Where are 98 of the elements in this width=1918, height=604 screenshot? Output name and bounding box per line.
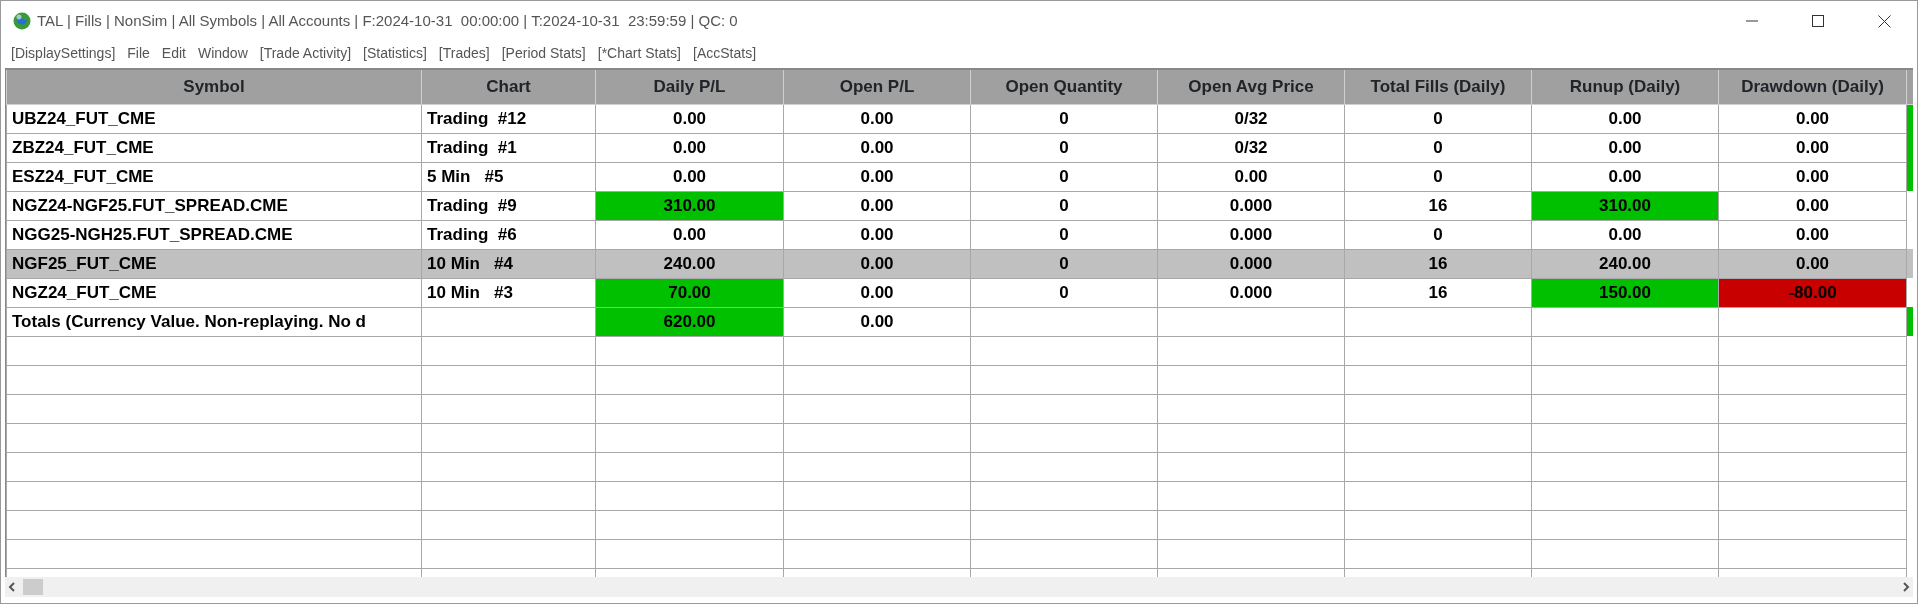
table-row[interactable]: ESZ24_FUT_CME 5 Min #5 0.00 0.00 0 0.00 0 0.00 0.00 [6, 162, 1913, 191]
menu-item[interactable]: [AccStats] [689, 42, 765, 64]
table-cell: 0.00 [1531, 133, 1719, 162]
table-cell: 0 [970, 104, 1158, 133]
globe-icon [13, 12, 31, 30]
table-cell: 0.00 [783, 307, 971, 336]
table-cell: 0/32 [1157, 133, 1345, 162]
menu-item[interactable]: [Period Stats] [497, 42, 594, 64]
table-cell: Trading #6 [421, 220, 596, 249]
table-cell: 0.00 [783, 249, 971, 278]
table-cell: 0.00 [783, 191, 971, 220]
table-cell: NGZ24_FUT_CME [6, 278, 422, 307]
column-header[interactable]: Total Fills (Daily) [1344, 70, 1532, 104]
table-cell: 5 Min #5 [421, 162, 596, 191]
table-cell: 240.00 [595, 249, 784, 278]
menu-item[interactable]: [Statistics] [359, 42, 435, 64]
table-cell: 0 [970, 220, 1158, 249]
table-row[interactable]: NGZ24-NGF25.FUT_SPREAD.CME Trading #9 310.00 0.00 0 0.000 16 310.00 0.00 [6, 191, 1913, 220]
table-cell: 0 [1344, 162, 1532, 191]
table-cell: 0/32 [1157, 104, 1345, 133]
table-cell: 0.00 [783, 133, 971, 162]
table-cell: NGF25_FUT_CME [6, 249, 422, 278]
table-cell: 0 [970, 191, 1158, 220]
menu-item[interactable]: [*Chart Stats] [593, 42, 689, 64]
table-cell: ZBZ24_FUT_CME [6, 133, 422, 162]
table-cell: 0.000 [1157, 220, 1345, 249]
table-cell: NGZ24-NGF25.FUT_SPREAD.CME [6, 191, 422, 220]
column-header[interactable]: Open Avg Price [1157, 70, 1345, 104]
table-cell: 0.00 [595, 104, 784, 133]
table-cell: 0.00 [1718, 133, 1907, 162]
table-cell: UBZ24_FUT_CME [6, 104, 422, 133]
table-cell: Trading #12 [421, 104, 596, 133]
table-cell: 0 [1344, 104, 1532, 133]
menu-item[interactable]: File [123, 42, 158, 64]
table-cell: 70.00 [595, 278, 784, 307]
table-cell: 0.00 [595, 220, 784, 249]
table-cell: 0.00 [783, 162, 971, 191]
column-header[interactable]: Open P/L [783, 70, 971, 104]
table-cell: 0.00 [1531, 104, 1719, 133]
table-cell: 240.00 [1531, 249, 1719, 278]
table-cell: 0.00 [1718, 104, 1907, 133]
table-cell: 0 [1344, 133, 1532, 162]
table-row[interactable]: NGZ24_FUT_CME 10 Min #3 70.00 0.00 0 0.000 16 150.00 -80.00 [6, 278, 1913, 307]
table-cell: 0 [970, 249, 1158, 278]
scrollbar-thumb[interactable] [23, 579, 43, 595]
table-cell: 0.000 [1157, 191, 1345, 220]
table-cell: 0 [970, 133, 1158, 162]
table-cell: 16 [1344, 249, 1532, 278]
table-cell: ESZ24_FUT_CME [6, 162, 422, 191]
table-row[interactable]: ZBZ24_FUT_CME Trading #1 0.00 0.00 0 0/32 0 0.00 0.00 [6, 133, 1913, 162]
column-header[interactable]: Open Quantity [970, 70, 1158, 104]
table-cell: 10 Min #3 [421, 278, 596, 307]
window-title: TAL | Fills | NonSim | All Symbols | All Accounts | F:2024-10-31 00:00:00 | T:2024-10-31 23:59:59 | QC: 0 [37, 10, 738, 31]
table-cell: Trading #1 [421, 133, 596, 162]
table-cell: 0.00 [783, 278, 971, 307]
column-header[interactable]: Runup (Daily) [1531, 70, 1719, 104]
menu-item[interactable]: [DisplaySettings] [7, 42, 124, 64]
table-cell: 620.00 [595, 307, 784, 336]
column-header[interactable]: Symbol [6, 70, 422, 104]
table-cell: 310.00 [595, 191, 784, 220]
totals-label: Totals (Currency Value. Non-replaying. No d [6, 307, 422, 336]
table-cell: 0.000 [1157, 278, 1345, 307]
table-cell: -80.00 [1718, 278, 1907, 307]
table-cell: 0.00 [595, 133, 784, 162]
table-cell: 0 [970, 162, 1158, 191]
table-cell: 16 [1344, 278, 1532, 307]
table-cell: 0.00 [1718, 191, 1907, 220]
table-row[interactable]: UBZ24_FUT_CME Trading #12 0.00 0.00 0 0/32 0 0.00 0.00 [6, 104, 1913, 133]
table-cell: 0.00 [783, 220, 971, 249]
table-cell: 0.00 [1718, 249, 1907, 278]
table-cell: 310.00 [1531, 191, 1719, 220]
table-cell: 0.00 [1157, 162, 1345, 191]
table-cell: 0.00 [1718, 162, 1907, 191]
table-cell: NGG25-NGH25.FUT_SPREAD.CME [6, 220, 422, 249]
table-cell: 10 Min #4 [421, 249, 596, 278]
table-row[interactable]: NGF25_FUT_CME 10 Min #4 240.00 0.00 0 0.000 16 240.00 0.00 [6, 249, 1913, 278]
column-header[interactable]: Daily P/L [595, 70, 784, 104]
menu-item[interactable]: [Trade Activity] [255, 42, 360, 64]
table-cell: 0.000 [1157, 249, 1345, 278]
close-icon [1877, 14, 1891, 28]
column-header[interactable]: Chart [421, 70, 596, 104]
table-cell: 0.00 [1531, 162, 1719, 191]
table-cell: 0.00 [595, 162, 784, 191]
maximize-icon [1812, 15, 1824, 27]
minimize-icon [1746, 20, 1758, 22]
table-cell: 0.00 [1531, 220, 1719, 249]
table-cell: 16 [1344, 191, 1532, 220]
table-row[interactable]: NGG25-NGH25.FUT_SPREAD.CME Trading #6 0.00 0.00 0 0.000 0 0.00 0.00 [6, 220, 1913, 249]
menu-item[interactable]: Window [193, 42, 256, 64]
menu-item[interactable]: Edit [157, 42, 194, 64]
table-cell: 0 [1344, 220, 1532, 249]
table-cell: 0.00 [1718, 220, 1907, 249]
column-header[interactable]: Drawdown (Daily) [1718, 70, 1907, 104]
table-cell: Trading #9 [421, 191, 596, 220]
table-cell: 150.00 [1531, 278, 1719, 307]
table-cell: 0.00 [783, 104, 971, 133]
menu-item[interactable]: [Trades] [434, 42, 498, 64]
table-cell: 0 [970, 278, 1158, 307]
